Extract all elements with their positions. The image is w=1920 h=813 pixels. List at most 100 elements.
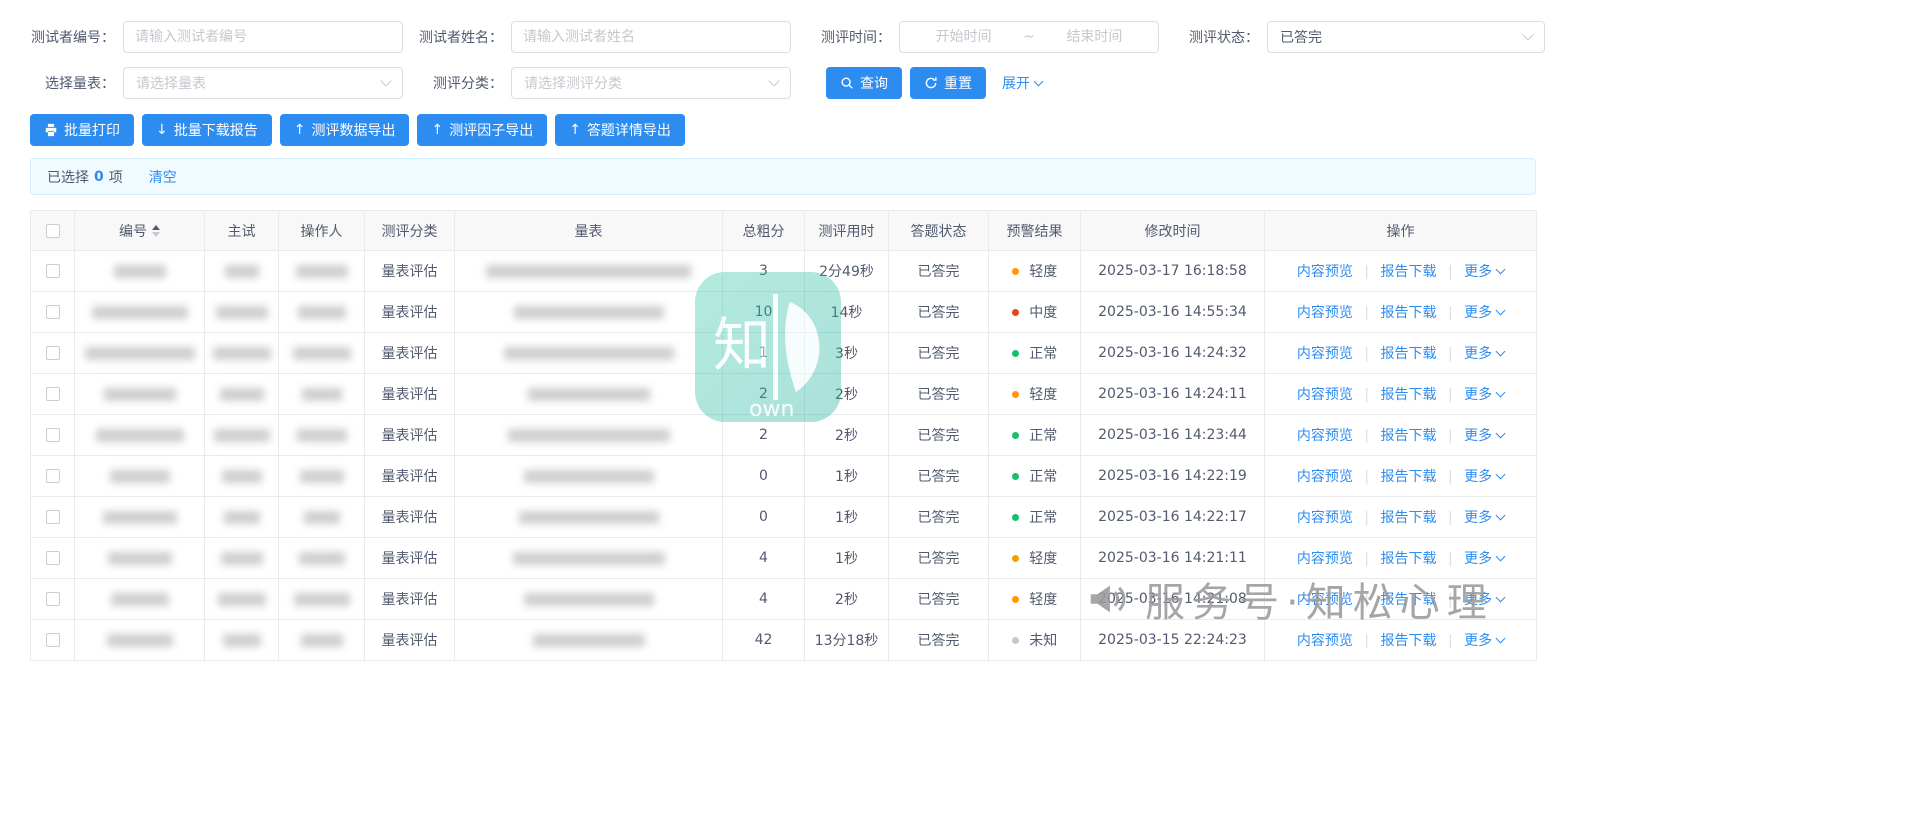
report-download-link[interactable]: 报告下载 — [1381, 633, 1437, 649]
expand-link[interactable]: 展开 — [1002, 73, 1044, 93]
link-separator: | — [1447, 264, 1453, 280]
chevron-down-icon — [1495, 469, 1506, 479]
export-assessment-data-button[interactable]: ↑ 测评数据导出 — [279, 114, 410, 146]
end-time-input[interactable] — [1038, 29, 1151, 45]
row-checkbox[interactable] — [45, 305, 60, 319]
category-select[interactable]: 请选择测评分类 — [511, 67, 791, 99]
report-download-link[interactable]: 报告下载 — [1381, 469, 1437, 485]
row-checkbox[interactable] — [45, 469, 60, 483]
redacted-operator — [301, 387, 342, 401]
more-link[interactable]: 更多 — [1464, 343, 1506, 363]
report-download-link[interactable]: 报告下载 — [1381, 305, 1437, 321]
assess-status-label: 测评状态： — [1189, 30, 1259, 46]
answer-status-cell: 已答完 — [917, 510, 960, 526]
start-time-input[interactable] — [908, 29, 1020, 45]
content-preview-link[interactable]: 内容预览 — [1297, 469, 1353, 485]
more-link[interactable]: 更多 — [1464, 589, 1506, 609]
content-preview-link[interactable]: 内容预览 — [1297, 264, 1353, 280]
header-id: 编号 — [119, 223, 147, 240]
row-checkbox[interactable] — [45, 428, 60, 442]
duration-cell: 3秒 — [835, 346, 858, 362]
tester-id-input[interactable] — [123, 21, 403, 53]
report-download-link[interactable]: 报告下载 — [1381, 510, 1437, 526]
raw-score-cell: 2 — [759, 386, 768, 402]
raw-score-cell: 3 — [759, 263, 768, 279]
search-button[interactable]: 查询 — [826, 67, 902, 99]
content-preview-link[interactable]: 内容预览 — [1297, 305, 1353, 321]
more-link[interactable]: 更多 — [1464, 548, 1506, 568]
answer-status-cell: 已答完 — [917, 305, 960, 321]
sort-icon[interactable] — [152, 224, 160, 237]
header-warning-result: 预警结果 — [988, 210, 1081, 251]
warning-dot — [1011, 513, 1019, 521]
content-preview-link[interactable]: 内容预览 — [1297, 510, 1353, 526]
link-separator: | — [1364, 428, 1370, 444]
report-download-link[interactable]: 报告下载 — [1381, 264, 1437, 280]
row-checkbox[interactable] — [45, 346, 60, 360]
modified-time-cell: 2025-03-17 16:18:58 — [1098, 263, 1247, 279]
header-modified-time: 修改时间 — [1080, 210, 1265, 251]
row-checkbox[interactable] — [45, 633, 60, 647]
row-checkbox[interactable] — [45, 387, 60, 401]
redacted-examiner — [219, 387, 264, 401]
redacted-tester-id — [110, 592, 169, 606]
row-checkbox[interactable] — [45, 592, 60, 606]
content-preview-link[interactable]: 内容预览 — [1297, 592, 1353, 608]
row-checkbox[interactable] — [45, 510, 60, 524]
table-row: 量表评估 2 2秒 已答完 轻度 2025-03-16 14:24:11 内容预… — [30, 373, 1537, 415]
more-link[interactable]: 更多 — [1464, 507, 1506, 527]
filter-assess-time: 测评时间： ~ — [806, 21, 1159, 53]
tester-name-input[interactable] — [511, 21, 791, 53]
report-download-link[interactable]: 报告下载 — [1381, 592, 1437, 608]
selection-bar: 已选择 0 项 清空 — [30, 158, 1536, 195]
answer-status-cell: 已答完 — [917, 346, 960, 362]
clear-selection-link[interactable]: 清空 — [149, 167, 177, 187]
category-cell: 量表评估 — [381, 592, 438, 608]
content-preview-link[interactable]: 内容预览 — [1297, 633, 1353, 649]
modified-time-cell: 2025-03-16 14:21:11 — [1098, 550, 1247, 566]
reset-button[interactable]: 重置 — [910, 67, 986, 99]
report-download-link[interactable]: 报告下载 — [1381, 346, 1437, 362]
filter-tester-name: 测试者姓名： — [418, 21, 791, 53]
row-checkbox[interactable] — [45, 551, 60, 565]
content-preview-link[interactable]: 内容预览 — [1297, 387, 1353, 403]
select-all-checkbox[interactable] — [45, 223, 60, 238]
chevron-down-icon — [1495, 264, 1506, 274]
assess-time-range-picker[interactable]: ~ — [899, 21, 1159, 53]
raw-score-cell: 10 — [754, 304, 773, 320]
table-row: 量表评估 42 13分18秒 已答完 未知 2025-03-15 22:24:2… — [30, 619, 1537, 661]
redacted-examiner — [217, 592, 266, 606]
report-download-link[interactable]: 报告下载 — [1381, 428, 1437, 444]
warning-dot — [1011, 349, 1019, 357]
content-preview-link[interactable]: 内容预览 — [1297, 551, 1353, 567]
table-row: 量表评估 2 2秒 已答完 正常 2025-03-16 14:23:44 内容预… — [30, 414, 1537, 456]
batch-print-button[interactable]: 批量打印 — [30, 114, 134, 146]
report-download-link[interactable]: 报告下载 — [1381, 387, 1437, 403]
more-link[interactable]: 更多 — [1464, 425, 1506, 445]
more-link[interactable]: 更多 — [1464, 466, 1506, 486]
header-operator: 操作人 — [278, 210, 365, 251]
chevron-down-icon — [1495, 428, 1506, 438]
more-link[interactable]: 更多 — [1464, 630, 1506, 650]
export-assessment-factors-button[interactable]: ↑ 测评因子导出 — [417, 114, 548, 146]
redacted-scale — [532, 633, 645, 647]
report-download-link[interactable]: 报告下载 — [1381, 551, 1437, 567]
filter-category: 测评分类： 请选择测评分类 — [418, 67, 791, 99]
chevron-down-icon — [1522, 29, 1534, 41]
assess-status-select[interactable]: 已答完 — [1267, 21, 1545, 53]
warning-cell: 轻度 — [1029, 264, 1058, 280]
answer-status-cell: 已答完 — [917, 592, 960, 608]
raw-score-cell: 1 — [759, 345, 768, 361]
modified-time-cell: 2025-03-16 14:22:19 — [1098, 468, 1247, 484]
header-scale: 量表 — [454, 210, 723, 251]
batch-download-report-button[interactable]: ↓ 批量下载报告 — [142, 114, 272, 146]
content-preview-link[interactable]: 内容预览 — [1297, 428, 1353, 444]
more-link[interactable]: 更多 — [1464, 261, 1506, 281]
export-answer-details-button[interactable]: ↑ 答题详情导出 — [555, 114, 685, 146]
more-link[interactable]: 更多 — [1464, 384, 1506, 404]
content-preview-link[interactable]: 内容预览 — [1297, 346, 1353, 362]
header-raw-score: 总粗分 — [722, 210, 805, 251]
row-checkbox[interactable] — [45, 264, 60, 278]
more-link[interactable]: 更多 — [1464, 302, 1506, 322]
scale-select[interactable]: 请选择量表 — [123, 67, 403, 99]
